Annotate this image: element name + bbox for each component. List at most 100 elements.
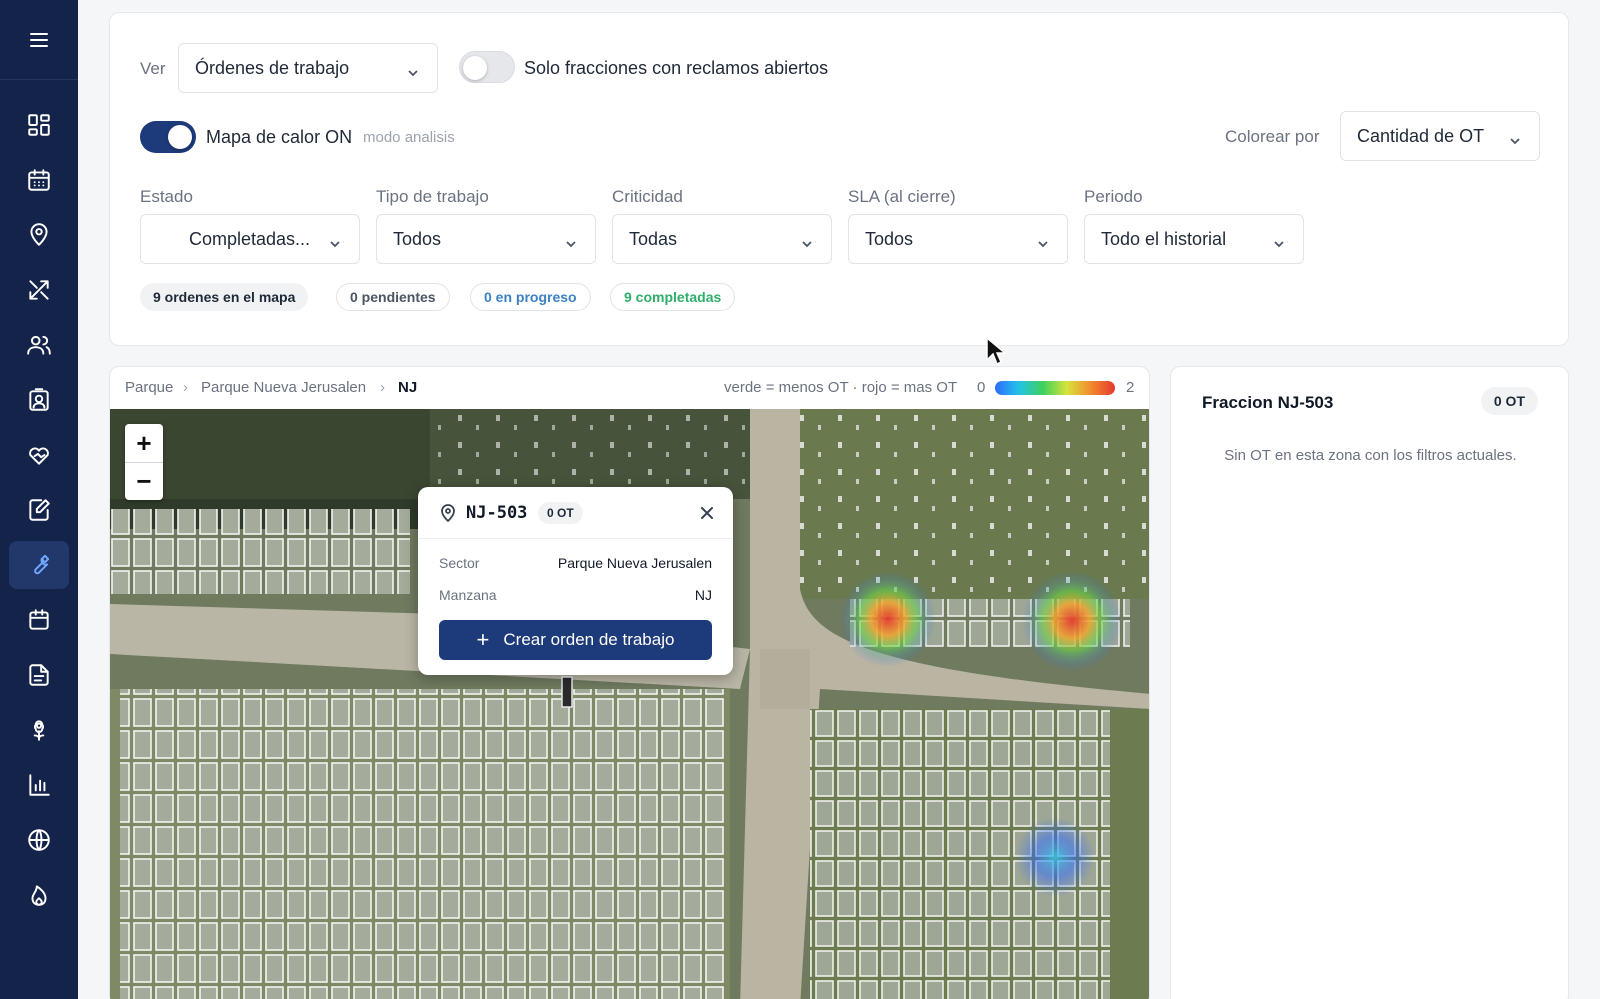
heatmap-mode: modo analisis xyxy=(363,129,455,146)
tipo-label: Tipo de trabajo xyxy=(376,187,489,206)
popup-title: NJ-503 xyxy=(466,503,528,523)
sidebar-item-care[interactable] xyxy=(9,431,69,479)
fraction-detail-panel: Fraccion NJ-503 0 OT Sin OT en esta zona… xyxy=(1170,366,1569,999)
sidebar-item-locations[interactable] xyxy=(9,211,69,259)
legend-text: verde = menos OT · rojo = mas OT xyxy=(724,379,958,396)
close-icon[interactable] xyxy=(697,503,717,523)
estado-select[interactable]: Completadas... xyxy=(140,214,360,264)
sidebar-item-users[interactable] xyxy=(9,321,69,369)
chevron-down-icon xyxy=(1273,234,1285,248)
periodo-select[interactable]: Todo el historial xyxy=(1084,214,1304,264)
chevron-down-icon xyxy=(1509,131,1521,145)
chevron-down-icon xyxy=(1037,234,1049,248)
breadcrumb-park[interactable]: Parque xyxy=(125,379,173,396)
sidebar-item-documents[interactable] xyxy=(9,651,69,699)
edit-document-icon xyxy=(29,499,50,521)
fraction-badge: 0 OT xyxy=(1480,387,1538,415)
sla-label: SLA (al cierre) xyxy=(848,187,956,206)
manzana-label: Manzana xyxy=(439,587,497,603)
bar-chart-icon xyxy=(29,774,50,796)
dashboard-icon xyxy=(28,114,50,136)
popup-badge: 0 OT xyxy=(538,502,583,524)
users-icon xyxy=(27,335,51,355)
popup-header: NJ-503 0 OT xyxy=(418,487,733,539)
chip-total: 9 ordenes en el mapa xyxy=(140,283,309,311)
calendar-icon xyxy=(28,169,50,191)
plot-popup: NJ-503 0 OT Sector Parque Nueva Jerusale… xyxy=(418,487,733,675)
sector-value: Parque Nueva Jerusalen xyxy=(557,555,712,571)
sidebar-item-flowers[interactable] xyxy=(9,706,69,754)
open-claims-label: Solo fracciones con reclamos abiertos xyxy=(524,58,829,78)
sidebar-item-work-orders[interactable] xyxy=(9,541,69,589)
sidebar-item-forms[interactable] xyxy=(9,486,69,534)
map-pin-icon xyxy=(438,503,458,523)
periodo-label: Periodo xyxy=(1084,187,1143,206)
chevron-right-icon: › xyxy=(183,379,188,396)
legend-max: 2 xyxy=(1126,379,1135,396)
breadcrumb-sector[interactable]: Parque Nueva Jerusalen xyxy=(201,379,366,396)
criticidad-value: Todas xyxy=(629,228,678,249)
calendar-small-icon xyxy=(29,609,49,630)
map-toolbar: Parque › Parque Nueva Jerusalen › NJ ver… xyxy=(110,367,1149,409)
legend-gradient xyxy=(995,381,1115,395)
sla-select[interactable]: Todos xyxy=(848,214,1068,264)
zoom-in-button[interactable]: + xyxy=(125,424,163,462)
sla-value: Todos xyxy=(865,228,914,249)
map-panel: Parque › Parque Nueva Jerusalen › NJ ver… xyxy=(109,366,1150,999)
zoom-control: + − xyxy=(125,424,163,500)
plus-icon: + xyxy=(476,627,490,652)
tools-icon xyxy=(29,280,49,300)
sidebar-item-schedule[interactable] xyxy=(9,596,69,644)
sidebar-item-web[interactable] xyxy=(9,816,69,864)
legend-min: 0 xyxy=(977,379,986,396)
chevron-right-icon: › xyxy=(380,379,385,396)
criticidad-select[interactable]: Todas xyxy=(612,214,832,264)
color-by-label: Colorear por xyxy=(1225,127,1320,146)
manzana-value: NJ xyxy=(694,587,712,603)
chip-completed: 9 completadas xyxy=(610,283,736,311)
chevron-down-icon xyxy=(407,63,419,77)
sector-label: Sector xyxy=(439,555,480,571)
sidebar-item-tools[interactable] xyxy=(9,266,69,314)
view-select[interactable]: Órdenes de trabajo xyxy=(178,43,438,93)
open-claims-toggle[interactable] xyxy=(459,51,515,83)
sidebar-item-staff[interactable] xyxy=(9,376,69,424)
hamburger-icon xyxy=(30,32,48,47)
chevron-down-icon xyxy=(329,234,341,248)
map-pin-icon xyxy=(30,223,48,246)
periodo-value: Todo el historial xyxy=(1101,228,1227,249)
flame-icon xyxy=(31,885,47,906)
sidebar-item-cremation[interactable] xyxy=(9,871,69,919)
heatmap-label: Mapa de calor ON xyxy=(206,127,353,147)
wrench-icon xyxy=(34,554,50,575)
fraction-title: Fraccion NJ-503 xyxy=(1202,393,1334,412)
chip-in-progress: 0 en progreso xyxy=(470,283,591,311)
mouse-cursor-icon xyxy=(986,336,1007,366)
empty-message: Sin OT en esta zona con los filtros actu… xyxy=(1224,447,1517,464)
heart-hand-icon xyxy=(29,447,49,465)
id-badge-icon xyxy=(29,388,49,411)
tipo-select[interactable]: Todos xyxy=(376,214,596,264)
heatmap-toggle[interactable] xyxy=(140,121,196,153)
sidebar-item-calendar[interactable] xyxy=(9,156,69,204)
tipo-value: Todos xyxy=(393,228,442,249)
sidebar xyxy=(0,0,78,999)
estado-label: Estado xyxy=(140,187,193,206)
criticidad-label: Criticidad xyxy=(612,187,683,206)
zoom-out-button[interactable]: − xyxy=(125,462,163,500)
filters-panel: Ver Órdenes de trabajo Solo fracciones c… xyxy=(109,12,1569,346)
sidebar-item-reports[interactable] xyxy=(9,761,69,809)
chevron-down-icon xyxy=(801,234,813,248)
chip-pending: 0 pendientes xyxy=(336,283,450,311)
breadcrumb-block: NJ xyxy=(398,379,418,396)
color-by-value: Cantidad de OT xyxy=(1357,125,1485,146)
view-select-value: Órdenes de trabajo xyxy=(195,57,350,78)
satellite-map[interactable]: + − NJ-503 0 OT Sector Parque Nueva Jeru… xyxy=(110,409,1149,999)
sidebar-item-dashboard[interactable] xyxy=(9,101,69,149)
menu-button[interactable] xyxy=(0,0,78,80)
document-icon xyxy=(29,664,49,686)
create-work-order-button[interactable]: + Crear orden de trabajo xyxy=(439,620,712,660)
create-work-order-label: Crear orden de trabajo xyxy=(503,630,675,649)
color-by-select[interactable]: Cantidad de OT xyxy=(1340,111,1540,161)
globe-icon xyxy=(28,829,50,851)
